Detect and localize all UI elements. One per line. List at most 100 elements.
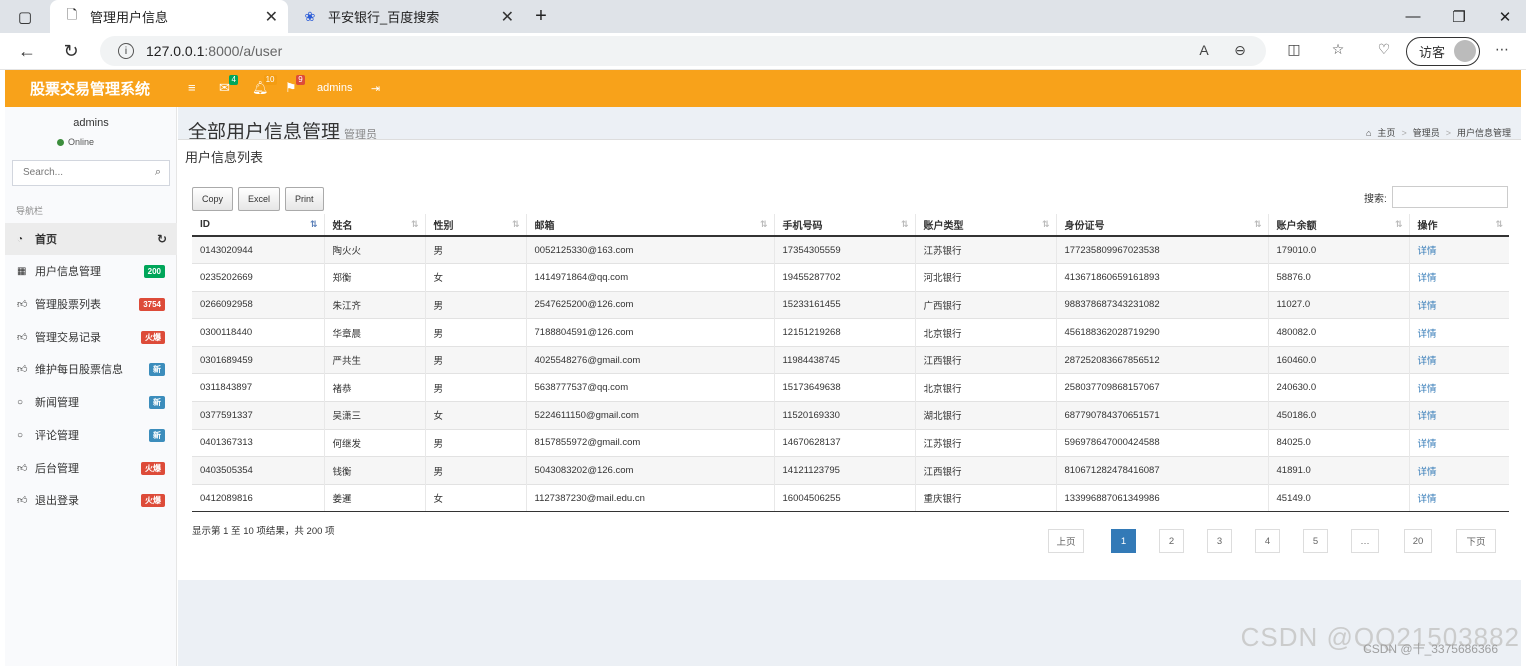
table-cell: 华章晨 (323, 318, 425, 347)
status-text: Online (68, 137, 95, 147)
column-header[interactable]: 操作 ⇅ (1408, 214, 1509, 237)
dashboard-icon: ◔ (17, 233, 24, 245)
prev-page-button[interactable]: 上页 (1048, 529, 1084, 553)
details-link[interactable]: 详情 (1418, 439, 1437, 450)
close-window-icon[interactable]: ✕ (1482, 0, 1526, 33)
details-link[interactable]: 详情 (1418, 301, 1437, 312)
column-header[interactable]: 身份证号 ⇅ (1055, 214, 1268, 237)
reload-icon[interactable]: ↻ (56, 37, 86, 65)
table-cell: 详情 (1408, 456, 1509, 485)
page-5-button[interactable]: 5 (1303, 529, 1328, 553)
sidebar-item-news[interactable]: ○ 新闻管理 新 (5, 386, 177, 418)
thumbs-up-icon: 👍︎ (17, 364, 28, 375)
browser-health-icon[interactable]: ♡ (1372, 41, 1396, 58)
sort-icon[interactable]: ⇅ (310, 219, 318, 230)
column-header[interactable]: 性别 ⇅ (424, 214, 526, 237)
details-link[interactable]: 详情 (1418, 356, 1437, 367)
details-link[interactable]: 详情 (1418, 384, 1437, 395)
guest-profile-button[interactable]: 访客 (1406, 37, 1480, 66)
breadcrumb-admin[interactable]: 管理员 (1413, 126, 1440, 139)
browser-tab[interactable]: ❀ 平安银行_百度搜索 ✕ (288, 0, 524, 33)
table-row: 0301689459 严共生男 4025548276@gmail.com 119844… (192, 345, 1509, 374)
details-link[interactable]: 详情 (1418, 467, 1437, 478)
sort-icon[interactable]: ⇅ (1254, 219, 1262, 230)
column-header[interactable]: 手机号码 ⇅ (773, 214, 915, 237)
sort-icon[interactable]: ⇅ (1395, 219, 1403, 230)
print-button[interactable]: Print (285, 187, 324, 211)
bell-icon[interactable]: 🔔︎ 10 (252, 75, 277, 96)
flag-count-badge: 9 (296, 75, 305, 85)
logout-icon[interactable]: ⇥ (371, 82, 380, 95)
sort-icon[interactable]: ⇅ (1042, 219, 1050, 230)
more-menu-icon[interactable]: ⋯ (1490, 41, 1514, 58)
back-arrow-icon[interactable]: ← (12, 37, 42, 65)
sidebar-item-backend[interactable]: 👍︎ 后台管理 火爆 (5, 452, 177, 484)
restore-icon[interactable]: ❐ (1436, 0, 1482, 33)
details-link[interactable]: 详情 (1418, 329, 1437, 340)
sidebar-search-input[interactable]: Search... ⌕ (12, 160, 170, 186)
page-4-button[interactable]: 4 (1255, 529, 1280, 553)
table-cell: 5638777537@qq.com (525, 373, 774, 402)
favorites-icon[interactable]: ☆ (1326, 41, 1350, 58)
header-username[interactable]: admins (317, 82, 352, 94)
sort-icon[interactable]: ⇅ (411, 219, 419, 230)
column-header[interactable]: 账户类型 ⇅ (914, 214, 1056, 237)
page-3-button[interactable]: 3 (1207, 529, 1232, 553)
next-page-button[interactable]: 下页 (1456, 529, 1496, 553)
zoom-out-icon[interactable]: ⊖ (1228, 42, 1252, 59)
page-20-button[interactable]: 20 (1404, 529, 1432, 553)
column-header[interactable]: ID ⇅ (192, 214, 324, 237)
table-cell: 吴潇三 (323, 401, 425, 430)
page-2-button[interactable]: 2 (1159, 529, 1184, 553)
breadcrumb-home[interactable]: 主页 (1377, 126, 1395, 139)
browser-tab-active[interactable]: 🗋 管理用户信息 ✕ (50, 0, 288, 33)
minimize-icon[interactable]: — (1390, 0, 1436, 33)
read-aloud-icon[interactable]: A (1192, 42, 1216, 58)
tab-actions-icon[interactable]: ▢ (0, 0, 50, 33)
sidebar-item-trades[interactable]: 👍︎ 管理交易记录 火爆 (5, 321, 177, 353)
details-link[interactable]: 详情 (1418, 494, 1437, 505)
site-info-icon[interactable]: i (118, 43, 134, 59)
close-tab-icon[interactable]: ✕ (501, 7, 514, 27)
sidebar-item-stocks[interactable]: 👍︎ 管理股票列表 3754 (5, 288, 177, 320)
sidebar-item-logout[interactable]: 👍︎ 退出登录 火爆 (5, 484, 177, 516)
table-cell: 北京银行 (914, 318, 1056, 347)
comment-icon: ○ (17, 396, 24, 408)
split-screen-icon[interactable]: ◫ (1282, 41, 1306, 58)
table-cell: 45149.0 (1267, 483, 1409, 513)
table-cell: 11520169330 (773, 401, 915, 430)
sort-icon[interactable]: ⇅ (901, 219, 909, 230)
table-cell: 413671860659161893 (1055, 263, 1268, 292)
bell-count-badge: 10 (263, 75, 277, 85)
brand-logo[interactable]: 股票交易管理系统 (5, 70, 175, 107)
table-cell: 男 (424, 373, 526, 402)
sidebar-toggle-icon[interactable]: ≡ (188, 80, 196, 95)
details-link[interactable]: 详情 (1418, 411, 1437, 422)
table-cell: 女 (424, 263, 526, 292)
sort-icon[interactable]: ⇅ (760, 219, 768, 230)
table-search-input[interactable] (1392, 186, 1508, 208)
details-link[interactable]: 详情 (1418, 246, 1437, 257)
new-tab-button[interactable]: + (524, 0, 558, 33)
sidebar-item-home[interactable]: ◔ 首页 ↻ (5, 223, 177, 255)
mail-icon[interactable]: ✉ 4 (219, 75, 238, 96)
url-field[interactable]: i 127.0.0.1 :8000/a/user A ⊖ (100, 36, 1266, 66)
excel-button[interactable]: Excel (238, 187, 281, 211)
details-link[interactable]: 详情 (1418, 273, 1437, 284)
sort-icon[interactable]: ⇅ (512, 219, 520, 230)
copy-button[interactable]: Copy (192, 187, 234, 211)
table-cell: 何继发 (323, 428, 425, 457)
search-icon[interactable]: ⌕ (155, 166, 161, 179)
column-header[interactable]: 邮箱 ⇅ (525, 214, 774, 237)
table-cell: 详情 (1408, 318, 1509, 347)
column-header[interactable]: 账户余额 ⇅ (1267, 214, 1409, 237)
sort-icon[interactable]: ⇅ (1495, 219, 1503, 230)
page-1-button[interactable]: 1 (1111, 529, 1136, 553)
column-header[interactable]: 姓名 ⇅ (323, 214, 425, 237)
sidebar-item-comments[interactable]: ○ 评论管理 新 (5, 419, 177, 451)
flag-icon[interactable]: ⚑ 9 (285, 75, 305, 96)
sidebar-item-users[interactable]: ▦ 用户信息管理 200 (5, 255, 177, 287)
sidebar-item-label: 评论管理 (35, 430, 79, 442)
close-tab-icon[interactable]: ✕ (265, 7, 278, 27)
sidebar-item-daily-stock[interactable]: 👍︎ 维护每日股票信息 新 (5, 353, 177, 385)
